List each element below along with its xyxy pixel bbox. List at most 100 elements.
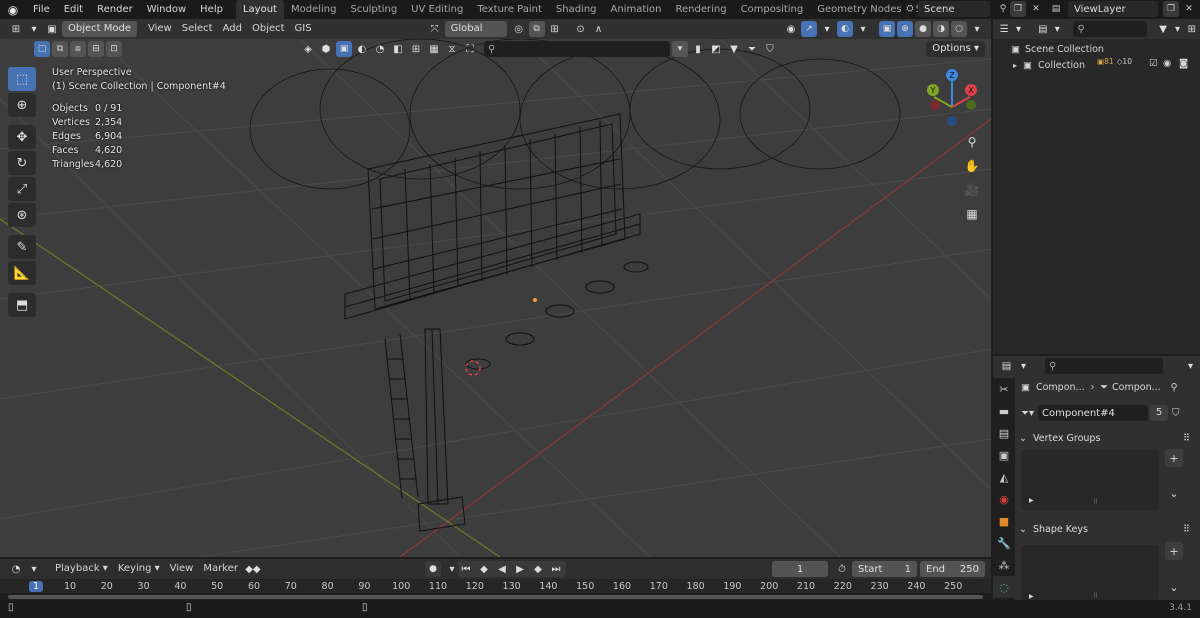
end-frame-field[interactable]: End 250	[920, 561, 985, 577]
menu-render[interactable]: Render	[90, 0, 140, 19]
menu-edit[interactable]: Edit	[57, 0, 90, 19]
add-vertex-group-button[interactable]: +	[1165, 449, 1183, 467]
chevron-down-icon[interactable]: ▾	[819, 21, 835, 37]
camera-icon[interactable]: ◙	[1179, 58, 1188, 69]
pin-icon[interactable]: ⚲	[995, 1, 1011, 17]
rendered-shading-icon[interactable]: ○	[951, 21, 967, 37]
workspace-tab-layout[interactable]: Layout	[235, 0, 284, 19]
transform-tool-icon[interactable]: ⊛	[8, 203, 36, 227]
display-mode-icon[interactable]: ▤	[1037, 21, 1049, 37]
menu-window[interactable]: Window	[140, 0, 193, 19]
render-tab-icon[interactable]: ▬	[993, 400, 1015, 422]
search-options-icon[interactable]: ▾	[672, 41, 688, 57]
object-tab-icon[interactable]: ■	[993, 510, 1015, 532]
stopwatch-icon[interactable]: ⏱	[834, 561, 850, 577]
keyframe-icon[interactable]: ◆◆	[245, 561, 261, 577]
select-intersect-icon[interactable]: ⊡	[106, 41, 122, 57]
next-keyframe-icon[interactable]: ◆	[530, 561, 546, 577]
drag-handle-icon[interactable]: ⠿	[1183, 433, 1190, 444]
view-layer-tab-icon[interactable]: ▣	[993, 444, 1015, 466]
overlay-toggle-icon[interactable]: ◐	[837, 21, 853, 37]
filter-armature-icon[interactable]: ⧖	[444, 41, 460, 57]
physics-tab-icon[interactable]: ◌	[993, 576, 1015, 598]
outliner-search-input[interactable]: ⚲	[1073, 21, 1147, 37]
chevron-down-icon[interactable]: ▾	[969, 21, 985, 37]
jump-end-icon[interactable]: ⏭	[548, 561, 564, 577]
output-tab-icon[interactable]: ▤	[993, 422, 1015, 444]
menu-keying[interactable]: Keying ▾	[113, 561, 165, 577]
snap-icon[interactable]: ⧉	[528, 21, 545, 37]
gizmo-neg-y-axis[interactable]	[966, 100, 976, 110]
resize-grip-icon[interactable]: ⠿	[1093, 592, 1098, 600]
user-count[interactable]: 5	[1150, 405, 1169, 421]
move-tool-icon[interactable]: ✥	[8, 125, 36, 149]
menu-select[interactable]: Select	[177, 21, 218, 37]
cursor-tool-icon[interactable]: ⊕	[8, 93, 36, 117]
tool-tab-icon[interactable]: ✂	[993, 378, 1015, 400]
zoom-icon[interactable]: ⚲	[962, 132, 982, 152]
filter-icon[interactable]: ▼	[1157, 21, 1169, 37]
filter-mesh-icon[interactable]: ▣	[336, 41, 352, 57]
drag-handle-icon[interactable]: ⠿	[1183, 524, 1190, 535]
timeline-scrollbar[interactable]	[0, 593, 991, 600]
pan-hand-icon[interactable]: ✋	[962, 156, 982, 176]
editor-type-icon[interactable]: ☰	[998, 21, 1010, 37]
scale-tool-icon[interactable]: ⤢	[8, 177, 36, 201]
snap-target-icon[interactable]: ⊞	[547, 21, 563, 37]
menu-add[interactable]: Add	[218, 21, 247, 37]
workspace-tab-geometry-nodes[interactable]: Geometry Nodes	[810, 0, 908, 19]
view-layer-field[interactable]: ViewLayer	[1068, 1, 1158, 17]
pivot-point-icon[interactable]: ◎	[511, 21, 527, 37]
menu-view[interactable]: View	[143, 21, 177, 37]
vertex-group-menu-icon[interactable]: ⌄	[1165, 484, 1183, 502]
menu-playback[interactable]: Playback ▾	[50, 561, 113, 577]
add-cube-tool-icon[interactable]: ⬒	[8, 293, 36, 317]
start-frame-field[interactable]: Start 1	[852, 561, 917, 577]
workspace-tab-animation[interactable]: Animation	[604, 0, 669, 19]
shape-keys-panel-header[interactable]: ⌄ Shape Keys ⠿	[1015, 520, 1200, 538]
eye-icon[interactable]: ◉	[1163, 58, 1171, 69]
select-extend-icon[interactable]: ⧉	[52, 41, 68, 57]
scene-tab-icon[interactable]: ◭	[993, 466, 1015, 488]
select-box-tool-icon[interactable]: ⬚	[8, 67, 36, 91]
filter-other-icon[interactable]: ⛶	[462, 41, 478, 57]
vertex-groups-panel-header[interactable]: ⌄ Vertex Groups ⠿	[1015, 429, 1200, 447]
timeline-editor-icon[interactable]: ◔	[8, 561, 24, 577]
falloff-icon[interactable]: ∧	[591, 21, 607, 37]
exclude-checkbox[interactable]: ☑	[1149, 58, 1158, 69]
workspace-tab-sculpting[interactable]: Sculpting	[343, 0, 404, 19]
xray-toggle-icon[interactable]: ▣	[879, 21, 895, 37]
resize-grip-icon[interactable]: ⠿	[1093, 498, 1098, 506]
new-view-layer-icon[interactable]: ❐	[1163, 1, 1179, 17]
gizmo-toggle-icon[interactable]: ↗	[801, 21, 817, 37]
shape-keys-list[interactable]: ▶ ⠿	[1021, 545, 1159, 600]
chevron-down-icon[interactable]: ▾	[1012, 21, 1024, 37]
camera-view-icon[interactable]: 🎥	[962, 180, 982, 200]
shape-key-menu-icon[interactable]: ⌄	[1165, 578, 1183, 596]
delete-scene-icon[interactable]: ✕	[1028, 1, 1044, 17]
new-scene-icon[interactable]: ❐	[1010, 1, 1026, 17]
chevron-down-icon[interactable]: ▾	[26, 561, 42, 577]
prev-keyframe-icon[interactable]: ◆	[476, 561, 492, 577]
jump-start-icon[interactable]: ⏮	[458, 561, 474, 577]
menu-gis[interactable]: GIS	[290, 21, 317, 37]
filter-icon[interactable]: ▼	[726, 41, 742, 57]
outliner-row-scene-collection[interactable]: ▣ Scene Collection	[993, 41, 1200, 57]
options-dropdown[interactable]: Options ▾	[926, 41, 985, 57]
funnel-icon[interactable]: ⏷	[744, 41, 760, 57]
particles-tab-icon[interactable]: ⁂	[993, 554, 1015, 576]
3d-viewport[interactable]: ⊞ ▾ ▣ Object Mode View Select Add Object…	[0, 19, 991, 557]
delete-view-layer-icon[interactable]: ✕	[1181, 1, 1197, 17]
layers-icon[interactable]: ◩	[708, 41, 724, 57]
solid-shading-icon[interactable]: ●	[915, 21, 931, 37]
record-icon[interactable]: ●	[425, 561, 441, 577]
menu-file[interactable]: File	[26, 0, 57, 19]
chevron-down-icon[interactable]: ▾	[1171, 21, 1183, 37]
vertex-groups-list[interactable]: ▶ ⠿	[1021, 450, 1159, 510]
pin-icon[interactable]: ⚲	[1171, 382, 1178, 393]
expand-triangle-icon[interactable]: ▶	[1029, 593, 1034, 600]
mesh-data-icon[interactable]: ⏷	[1021, 408, 1029, 419]
mode-dropdown[interactable]: Object Mode	[62, 21, 137, 37]
scene-selector-icon[interactable]: ⛭	[902, 1, 918, 17]
workspace-tab-compositing[interactable]: Compositing	[734, 0, 811, 19]
